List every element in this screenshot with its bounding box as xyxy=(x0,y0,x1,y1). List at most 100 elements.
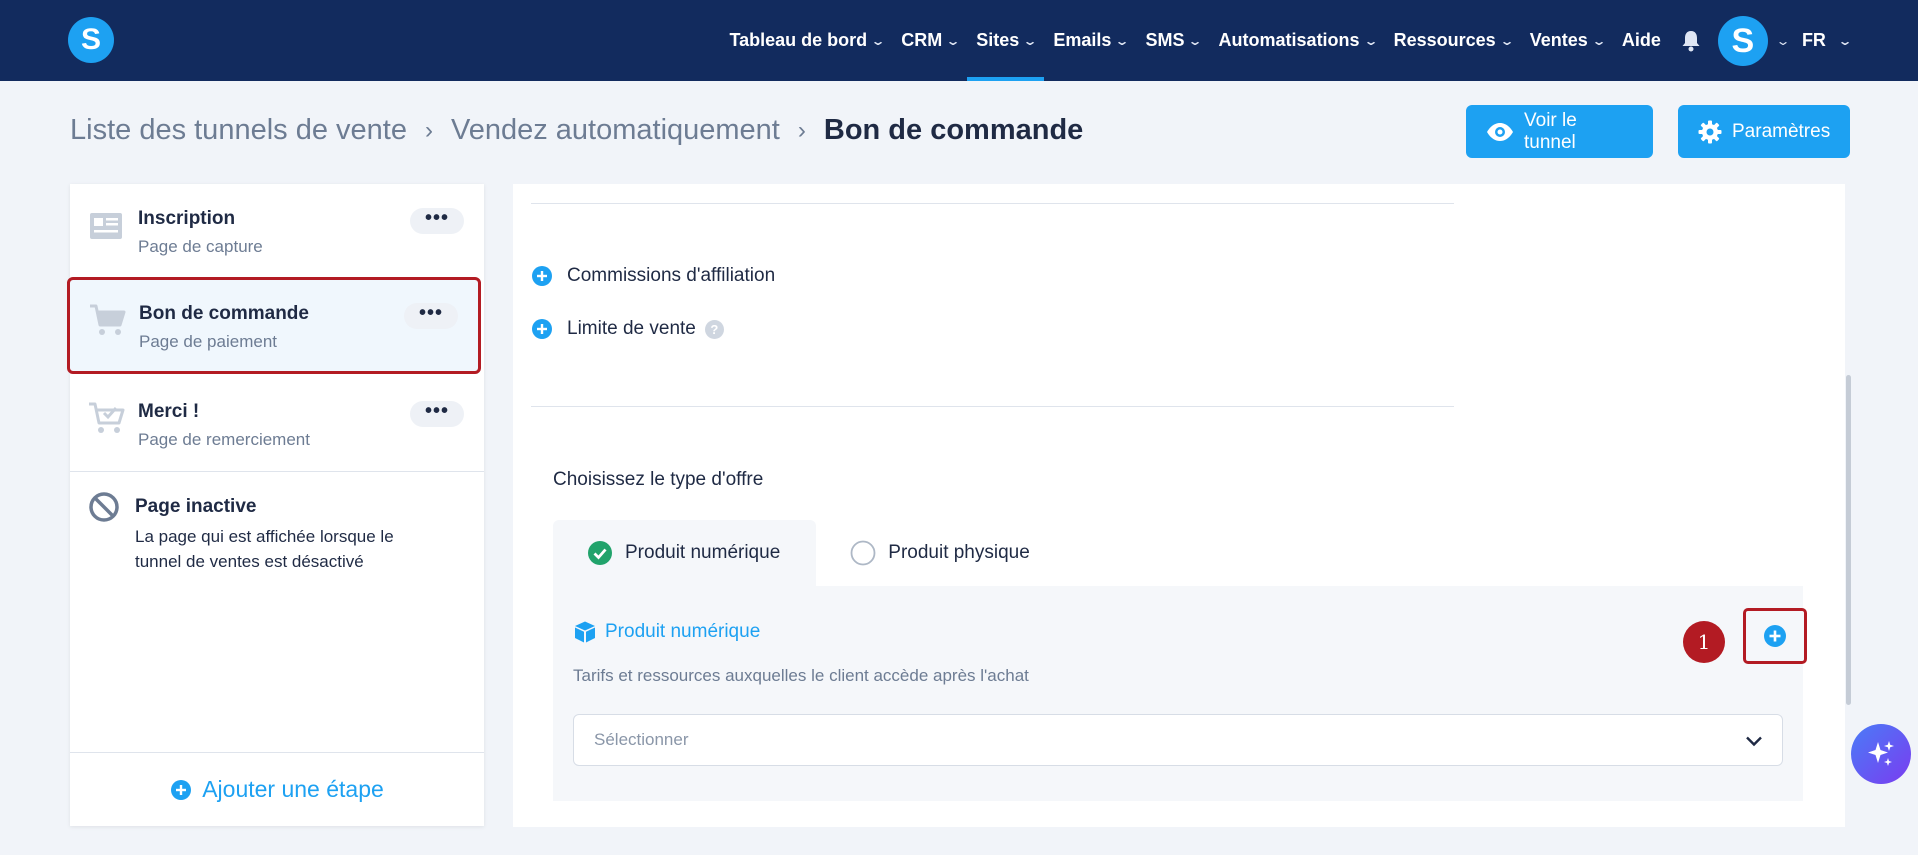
help-icon[interactable]: ? xyxy=(704,319,724,339)
more-options-button[interactable]: ••• xyxy=(410,401,464,427)
divider xyxy=(70,471,484,472)
chevron-down-icon: ⌄ xyxy=(1837,33,1853,48)
nav-item-label: SMS xyxy=(1145,30,1185,50)
step-bon-de-commande[interactable]: Bon de commande Page de paiement ••• xyxy=(67,277,481,374)
nav-item-crm[interactable]: CRM ⌄ xyxy=(892,0,967,81)
step-merci[interactable]: Merci ! Page de remerciement ••• xyxy=(70,377,484,473)
chevron-down-icon: ⌄ xyxy=(1363,33,1379,48)
chevron-down-icon: ⌄ xyxy=(945,33,961,48)
cube-icon xyxy=(573,620,597,644)
breadcrumb-funnel-list[interactable]: Liste des tunnels de vente xyxy=(70,114,407,147)
divider xyxy=(531,203,1454,204)
chevron-right-icon: › xyxy=(797,116,806,144)
digital-product-section: Produit numérique Tarifs et ressources a… xyxy=(553,586,1807,801)
tab-physical-product[interactable]: Produit physique xyxy=(816,520,1066,586)
more-options-button[interactable]: ••• xyxy=(404,303,458,329)
scrollbar-thumb[interactable] xyxy=(1846,375,1851,705)
main-panel: Commissions d'affiliation Limite de vent… xyxy=(513,184,1845,827)
step-subtitle: Page de paiement xyxy=(139,332,277,351)
tab-digital-product[interactable]: Produit numérique xyxy=(553,520,817,586)
offer-type-label: Choisissez le type d'offre xyxy=(553,469,764,490)
eye-icon xyxy=(1486,122,1514,142)
product-title-label: Produit numérique xyxy=(605,621,761,642)
nav-item-sites[interactable]: Sites ⌄ xyxy=(967,0,1045,81)
view-funnel-label: Voir le tunnel xyxy=(1524,109,1577,153)
top-navbar: S Tableau de bord ⌄ CRM ⌄ Sites ⌄ Emails ⌄ S… xyxy=(0,0,1918,81)
funnel-steps-sidebar: Inscription Page de capture ••• Bon de c… xyxy=(67,184,484,826)
step-title: Merci ! xyxy=(138,401,200,422)
step-number-badge: 1 xyxy=(1683,621,1725,663)
sparkles-icon xyxy=(1866,739,1896,769)
nav-item-ventes[interactable]: Ventes ⌄ xyxy=(1521,0,1613,81)
more-options-button[interactable]: ••• xyxy=(410,208,464,234)
nav-item-emails[interactable]: Emails ⌄ xyxy=(1044,0,1136,81)
step-subtitle: Page de capture xyxy=(138,237,263,256)
option-label: Commissions d'affiliation xyxy=(567,265,776,286)
main-menu: Tableau de bord ⌄ CRM ⌄ Sites ⌄ Emails ⌄ SMS… xyxy=(720,0,1918,81)
offer-type-tabs: Produit numérique Produit physique xyxy=(553,520,1066,586)
nav-item-sms[interactable]: SMS ⌄ xyxy=(1136,0,1209,81)
check-circle-icon xyxy=(587,540,613,566)
chevron-down-icon: ⌄ xyxy=(1187,33,1204,48)
step-subtitle: Page de remerciement xyxy=(138,430,310,449)
language-selector[interactable]: FR ⌄ xyxy=(1801,30,1853,51)
breadcrumb-funnel[interactable]: Vendez automatiquement xyxy=(451,114,780,147)
add-step-button[interactable]: Ajouter une étape xyxy=(70,752,484,826)
nav-item-label: Automatisations xyxy=(1218,30,1360,50)
nav-item-label: Ressources xyxy=(1393,30,1496,50)
nav-item-aide[interactable]: Aide xyxy=(1613,0,1670,81)
view-funnel-button[interactable]: Voir le tunnel xyxy=(1466,105,1653,158)
tab-label: Produit numérique xyxy=(625,542,781,563)
tab-label: Produit physique xyxy=(888,542,1030,563)
chevron-down-icon: ⌄ xyxy=(1591,33,1607,48)
plus-circle-icon xyxy=(531,265,553,287)
nav-item-ressources[interactable]: Ressources ⌄ xyxy=(1385,0,1521,81)
page-title: Bon de commande xyxy=(823,114,1084,146)
cart-check-icon xyxy=(88,401,125,437)
nav-item-label: Tableau de bord xyxy=(729,30,868,50)
plus-circle-icon xyxy=(170,779,192,801)
cart-icon xyxy=(89,303,126,339)
chevron-down-icon: ⌄ xyxy=(870,33,886,48)
chevron-right-icon: › xyxy=(424,116,433,144)
ai-assistant-button[interactable] xyxy=(1851,724,1911,784)
inactive-page-description: La page qui est affichée lorsque le tunn… xyxy=(135,527,394,571)
gear-icon xyxy=(1698,120,1722,144)
plus-circle-icon xyxy=(1763,624,1787,648)
language-label: FR xyxy=(1801,30,1826,50)
option-label: Limite de vente xyxy=(567,318,696,339)
divider xyxy=(531,406,1454,407)
chevron-down-icon[interactable]: ⌄ xyxy=(1775,34,1790,48)
step-inscription[interactable]: Inscription Page de capture ••• xyxy=(70,184,484,280)
ban-icon xyxy=(88,491,120,523)
sales-limit-option[interactable]: Limite de vente ? xyxy=(531,318,724,340)
select-placeholder: Sélectionner xyxy=(594,730,689,749)
inactive-page-title[interactable]: Page inactive xyxy=(135,496,256,518)
product-description: Tarifs et ressources auxquelles le clien… xyxy=(573,666,1029,685)
settings-button[interactable]: Paramètres xyxy=(1678,105,1850,158)
form-icon xyxy=(88,208,124,244)
app-logo[interactable]: S xyxy=(68,17,114,63)
breadcrumb: Liste des tunnels de vente › Vendez auto… xyxy=(70,114,1083,147)
nav-item-automatisations[interactable]: Automatisations ⌄ xyxy=(1210,0,1385,81)
add-step-label: Ajouter une étape xyxy=(202,776,384,802)
nav-item-tableau-de-bord[interactable]: Tableau de bord ⌄ xyxy=(720,0,892,81)
user-avatar[interactable]: S xyxy=(1717,15,1768,66)
chevron-down-icon: ⌄ xyxy=(1022,33,1038,48)
chevron-down-icon: ⌄ xyxy=(1499,33,1515,48)
bell-icon[interactable] xyxy=(1678,28,1704,54)
radio-empty-icon xyxy=(850,540,876,566)
chevron-down-icon xyxy=(1744,731,1764,751)
settings-label: Paramètres xyxy=(1732,120,1831,142)
nav-item-label: Ventes xyxy=(1529,30,1588,50)
nav-item-label: Aide xyxy=(1621,30,1661,50)
plus-circle-icon xyxy=(531,318,553,340)
step-title: Inscription xyxy=(138,208,236,229)
product-select[interactable]: Sélectionner xyxy=(573,714,1783,766)
add-product-button[interactable] xyxy=(1743,608,1807,664)
step-title: Bon de commande xyxy=(139,303,309,324)
nav-item-label: Sites xyxy=(976,30,1020,50)
digital-product-title: Produit numérique xyxy=(573,620,760,644)
affiliate-commissions-option[interactable]: Commissions d'affiliation xyxy=(531,265,775,287)
chevron-down-icon: ⌄ xyxy=(1114,33,1130,48)
